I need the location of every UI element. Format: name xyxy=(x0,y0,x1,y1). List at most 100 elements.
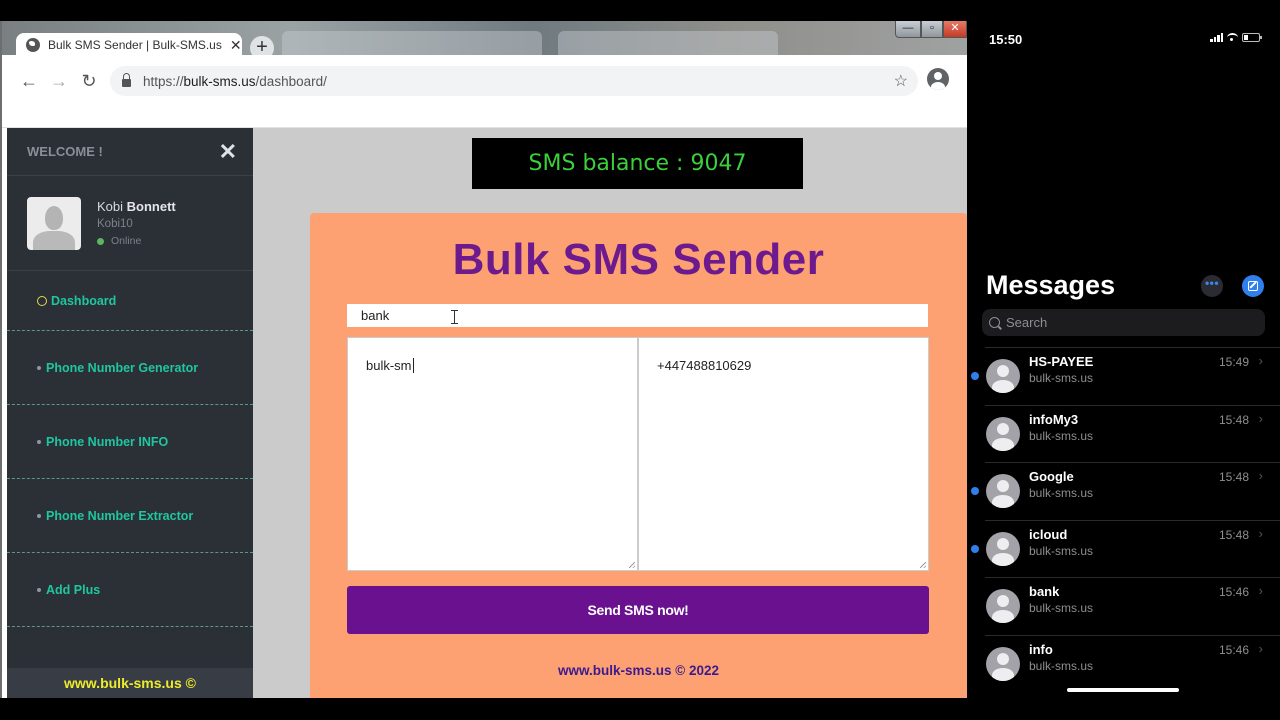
conversation-name: Google xyxy=(1029,469,1074,485)
more-options-icon[interactable]: ••• xyxy=(1201,275,1223,297)
phone-screen: 15:50 Messages ••• Search HS-PAYEE bulk-s… xyxy=(967,0,1280,720)
online-dot-icon xyxy=(97,237,104,245)
page-title: Bulk SMS Sender xyxy=(452,235,825,284)
tab-strip: Bulk SMS Sender | Bulk-SMS.us ✕ + — ▫ ✕ xyxy=(2,21,967,60)
sidebar-item-phone-number-generator[interactable]: Phone Number Generator xyxy=(7,331,253,405)
chevron-right-icon: › xyxy=(1258,353,1263,368)
conversation-item[interactable]: Google bulk-sms.us 15:48 › xyxy=(971,462,1280,520)
maximize-button[interactable]: ▫ xyxy=(921,21,943,38)
dashboard-page: WELCOME ! ✕ Kobi Bonnett Kobi10 Online D… xyxy=(7,128,967,698)
signal-icon xyxy=(1210,33,1223,42)
bullet-icon xyxy=(37,365,41,370)
conversation-preview: bulk-sms.us xyxy=(1029,371,1094,385)
conversation-time: 15:48 xyxy=(1218,412,1249,427)
contact-avatar-icon xyxy=(986,589,1020,624)
globe-icon xyxy=(26,38,40,52)
conversation-item[interactable]: HS-PAYEE bulk-sms.us 15:49 › xyxy=(971,347,1280,405)
screen: Bulk SMS Sender | Bulk-SMS.us ✕ + — ▫ ✕ … xyxy=(0,0,1280,720)
sender-id-input[interactable] xyxy=(347,304,928,327)
sms-balance-box: SMS balance : 9047 xyxy=(472,138,803,189)
search-input[interactable]: Search xyxy=(982,309,1265,336)
send-sms-button[interactable]: Send SMS now! xyxy=(347,586,929,634)
browser-toolbar: ← → ↻ https://bulk-sms.us/dashboard/ ☆ ⋮ xyxy=(2,55,967,107)
background-tab[interactable] xyxy=(282,31,542,55)
chevron-right-icon: › xyxy=(1258,640,1263,656)
address-bar[interactable]: https://bulk-sms.us/dashboard/ ☆ xyxy=(110,66,918,96)
close-window-button[interactable]: ✕ xyxy=(943,21,967,38)
close-icon[interactable]: ✕ xyxy=(219,139,237,165)
conversation-preview: bulk-sms.us xyxy=(1029,428,1094,443)
minimize-button[interactable]: — xyxy=(895,21,921,38)
user-handle: Kobi10 xyxy=(97,218,133,230)
tab-close-icon[interactable]: ✕ xyxy=(230,37,242,54)
contact-avatar-icon xyxy=(986,646,1020,681)
sidebar-item-add-plus[interactable]: Add Plus xyxy=(7,553,253,627)
user-name: Kobi Bonnett xyxy=(97,199,176,214)
search-placeholder: Search xyxy=(1006,315,1048,330)
tab-title: Bulk SMS Sender | Bulk-SMS.us xyxy=(48,38,222,52)
sms-sender-card: Bulk SMS Sender bulk-sm +447488810629 Se… xyxy=(310,213,967,698)
status-label: Online xyxy=(111,235,142,247)
conversation-item[interactable]: bank bulk-sms.us 15:46 › xyxy=(985,577,1280,635)
unread-dot-icon xyxy=(971,544,979,553)
contact-avatar-icon xyxy=(986,474,1020,509)
status-icons xyxy=(1210,33,1262,42)
conversation-item[interactable]: info bulk-sms.us 15:46 › xyxy=(985,634,1280,693)
url-text: https://bulk-sms.us/dashboard/ xyxy=(143,73,327,89)
forward-icon[interactable]: → xyxy=(44,71,74,92)
conversation-preview: bulk-sms.us xyxy=(1029,658,1094,673)
user-status: Online xyxy=(97,235,176,247)
sidebar-item-label: Add Plus xyxy=(46,582,101,597)
home-indicator[interactable] xyxy=(1067,688,1179,692)
browser-window: Bulk SMS Sender | Bulk-SMS.us ✕ + — ▫ ✕ … xyxy=(0,21,967,698)
unread-dot-icon xyxy=(971,487,979,496)
avatar xyxy=(27,196,81,250)
conversation-list: HS-PAYEE bulk-sms.us 15:49 › infoMy3 bulk-sms… xyxy=(967,347,1280,693)
sidebar-header: WELCOME ! ✕ xyxy=(7,128,253,176)
circle-icon xyxy=(37,295,47,306)
resize-handle-icon[interactable] xyxy=(920,562,926,568)
text-caret xyxy=(412,358,414,373)
phone-numbers-text: +447488810629 xyxy=(657,358,752,373)
user-panel: Kobi Bonnett Kobi10 Online xyxy=(7,176,253,271)
sidebar-nav: Dashboard Phone Number Generator Phone N… xyxy=(7,271,253,627)
sidebar-item-phone-number-extractor[interactable]: Phone Number Extractor xyxy=(7,479,253,553)
tab-active[interactable]: Bulk SMS Sender | Bulk-SMS.us ✕ xyxy=(16,33,242,57)
conversation-name: icloud xyxy=(1029,526,1068,542)
sms-balance-text: SMS balance : 9047 xyxy=(528,151,747,176)
background-tab[interactable] xyxy=(558,31,778,55)
conversation-item[interactable]: icloud bulk-sms.us 15:48 › xyxy=(971,519,1280,578)
chevron-right-icon: › xyxy=(1258,468,1263,484)
search-icon xyxy=(989,317,1000,328)
bullet-icon xyxy=(37,587,41,592)
conversation-time: 15:49 xyxy=(1218,355,1249,369)
chevron-right-icon: › xyxy=(1258,525,1263,541)
conversation-preview: bulk-sms.us xyxy=(1029,543,1094,558)
conversation-name: HS-PAYEE xyxy=(1029,354,1094,369)
compose-icon[interactable] xyxy=(1242,275,1264,297)
phone-numbers-textarea[interactable]: +447488810629 xyxy=(638,337,929,571)
reload-icon[interactable]: ↻ xyxy=(74,71,104,92)
conversation-name: bank xyxy=(1029,584,1060,600)
sidebar: WELCOME ! ✕ Kobi Bonnett Kobi10 Online D… xyxy=(7,128,253,698)
sidebar-footer-text: www.bulk-sms.us © xyxy=(64,675,196,691)
chevron-right-icon: › xyxy=(1258,410,1263,426)
message-text: bulk-sm xyxy=(366,358,412,373)
contact-avatar-icon xyxy=(986,359,1020,393)
window-controls: — ▫ ✕ xyxy=(895,21,967,38)
conversation-name: infoMy3 xyxy=(1029,411,1079,427)
resize-handle-icon[interactable] xyxy=(629,562,635,568)
sidebar-item-phone-number-info[interactable]: Phone Number INFO xyxy=(7,405,253,479)
chevron-right-icon: › xyxy=(1258,583,1263,599)
conversation-preview: bulk-sms.us xyxy=(1029,601,1094,616)
sidebar-item-label: Phone Number Generator xyxy=(46,360,199,375)
profile-icon[interactable] xyxy=(927,68,949,90)
contact-avatar-icon xyxy=(986,416,1020,451)
message-textarea[interactable]: bulk-sm xyxy=(347,337,638,571)
bookmark-star-icon[interactable]: ☆ xyxy=(894,71,908,91)
sidebar-item-dashboard[interactable]: Dashboard xyxy=(7,271,253,331)
conversation-item[interactable]: infoMy3 bulk-sms.us 15:48 › xyxy=(985,404,1280,463)
conversation-time: 15:48 xyxy=(1218,527,1249,542)
back-icon[interactable]: ← xyxy=(14,71,44,92)
sidebar-footer: www.bulk-sms.us © xyxy=(7,668,253,698)
